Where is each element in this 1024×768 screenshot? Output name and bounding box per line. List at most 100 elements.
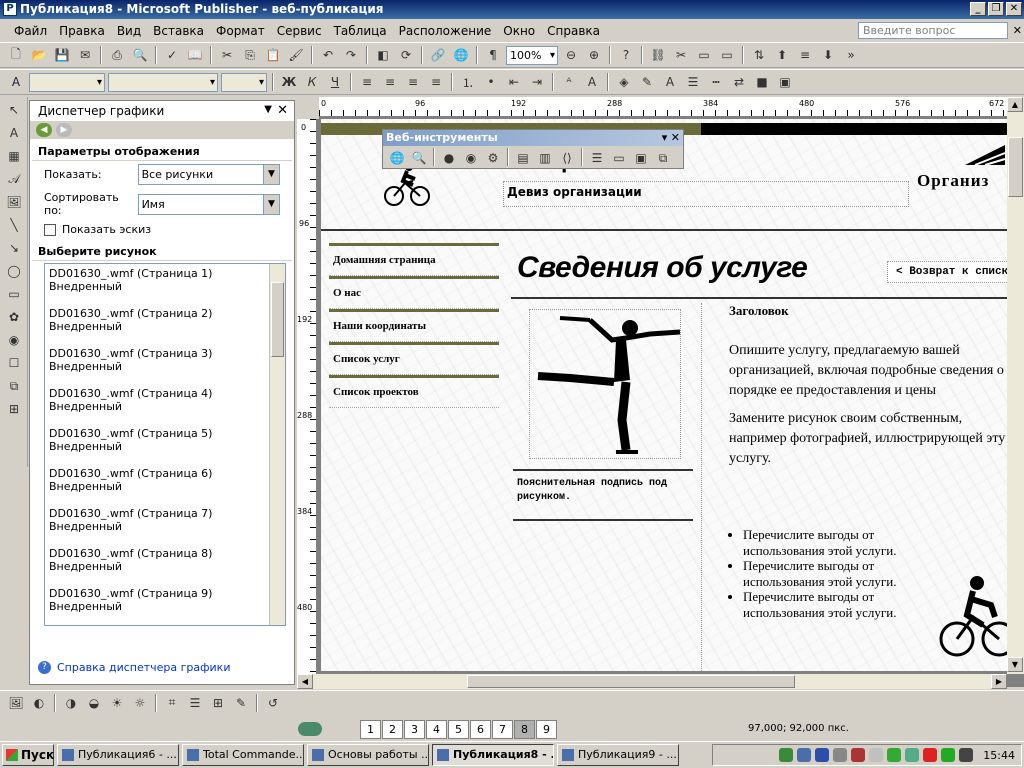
start-button[interactable]: Пуск [2, 744, 54, 766]
bullets-icon[interactable]: • [481, 72, 501, 92]
pane-menu-icon[interactable]: ▼ [264, 104, 272, 115]
autoshapes-icon[interactable]: ✿ [4, 307, 24, 327]
brightness-icon[interactable]: ☀ [107, 693, 127, 713]
align-top-icon[interactable]: ⬆ [772, 45, 792, 65]
tray-app-icon[interactable] [797, 748, 812, 762]
research-icon[interactable]: 📖 [185, 45, 205, 65]
show-select[interactable]: Все рисунки ▼ [137, 164, 280, 185]
web-site-options-icon[interactable]: ⚙ [483, 148, 503, 168]
vertical-scrollbar[interactable]: ▲ ▼ [1007, 97, 1024, 674]
html-code-icon[interactable]: ⟨⟩ [557, 148, 577, 168]
numbering-icon[interactable]: ⒈ [458, 72, 478, 92]
page-button-9[interactable]: 9 [536, 719, 557, 739]
table-tool-icon[interactable]: ▦ [4, 146, 24, 166]
contrast-icon[interactable]: ◑ [61, 693, 81, 713]
justify-icon[interactable]: ≡ [426, 72, 446, 92]
form-control-icon[interactable]: ☐ [4, 353, 24, 373]
back-to-list-link[interactable]: < Возврат к списку [887, 261, 1007, 283]
align-center-icon[interactable]: ≡ [380, 72, 400, 92]
web-tools-toolbar[interactable]: Веб-инструменты ▾ ✕ 🌐 🔍 ● ◉ ⚙ ▤ ▥ ⟨⟩ ☰ ▭ … [382, 129, 684, 169]
page-button-7[interactable]: 7 [492, 719, 513, 739]
forward-arrow-icon[interactable]: ▶ [56, 123, 72, 137]
style-combo[interactable] [29, 72, 105, 92]
page-button-6[interactable]: 6 [470, 719, 491, 739]
page-button-2[interactable]: 2 [382, 719, 403, 739]
less-brightness-icon[interactable]: ☼ [130, 693, 150, 713]
more-contrast-icon[interactable]: ◒ [84, 693, 104, 713]
text-box-back-icon[interactable]: ▭ [717, 45, 737, 65]
menu-insert[interactable]: Вставка [147, 24, 210, 38]
align-bottom-icon[interactable]: ⬇ [818, 45, 838, 65]
align-left-icon[interactable]: ≡ [357, 72, 377, 92]
tray-app-icon[interactable] [905, 748, 920, 762]
format-picture-icon[interactable]: ✎ [231, 693, 251, 713]
hot-spot-icon[interactable]: ◉ [4, 330, 24, 350]
horizontal-ruler[interactable]: 0 96 192 288 384 480 576 672 [319, 97, 1009, 117]
text-box-icon[interactable]: ▭ [609, 148, 629, 168]
page-button-1[interactable]: 1 [360, 719, 381, 739]
navigation-bar-icon[interactable]: ☰ [587, 148, 607, 168]
web-page-options-icon[interactable]: 🌐 [387, 148, 407, 168]
rectangle-tool-icon[interactable]: ▭ [4, 284, 24, 304]
print-preview-icon[interactable]: 🔍 [130, 45, 150, 65]
shadow-style-icon[interactable]: ■ [752, 72, 772, 92]
menu-window[interactable]: Окно [497, 24, 541, 38]
list-item[interactable]: DD01630_.wmf (Страница 5) Внедренный [45, 424, 285, 464]
body-text-1[interactable]: Опишите услугу, предлагаемую вашей орган… [729, 341, 1007, 401]
org-motto[interactable]: Девиз организации [507, 185, 642, 199]
zoom-combo[interactable]: 100% [506, 45, 558, 65]
picture-icon[interactable]: 🖼 [6, 693, 26, 713]
close-icon[interactable]: ▾ ✕ [662, 130, 680, 146]
wordart-tool-icon[interactable]: 𝒜 [4, 169, 24, 189]
underline-icon[interactable]: Ч [325, 72, 345, 92]
zoom-in-icon[interactable]: ⊕ [584, 45, 604, 65]
tray-app-icon[interactable] [887, 748, 902, 762]
navigation-bar[interactable]: Домашняя страница О нас Наши координаты … [329, 243, 499, 413]
list-item[interactable]: DD01630_.wmf (Страница 4) Внедренный [45, 384, 285, 424]
help-icon[interactable]: ? [616, 45, 636, 65]
undo-icon[interactable]: ↶ [318, 45, 338, 65]
close-doc-icon[interactable]: ✕ [1013, 24, 1022, 37]
pane-close-icon[interactable]: ✕ [277, 103, 288, 118]
task-button[interactable]: Total Commande... [182, 744, 304, 766]
page-button-4[interactable]: 4 [426, 719, 447, 739]
list-item[interactable]: DD01630_.wmf (Страница 8) Внедренный [45, 544, 285, 584]
html-fragment-icon[interactable]: ⧉ [4, 376, 24, 396]
word-icon[interactable] [815, 748, 830, 762]
page-button-5[interactable]: 5 [448, 719, 469, 739]
font-size-combo[interactable] [221, 72, 267, 92]
volume-icon[interactable] [959, 748, 974, 762]
form-field-icon[interactable]: ▥ [535, 148, 555, 168]
service-title[interactable]: Сведения об услуге [517, 251, 808, 285]
picture-list[interactable]: DD01630_.wmf (Страница 1) Внедренный DD01… [44, 263, 286, 626]
tray-app-icon[interactable] [851, 748, 866, 762]
web-preview-icon[interactable]: 🌐 [451, 45, 471, 65]
form-properties-icon[interactable]: ▤ [513, 148, 533, 168]
graphics-help-link[interactable]: ? Справка диспетчера графики [38, 661, 230, 674]
benefits-list[interactable]: Перечислите выгоды от использования этой… [727, 527, 907, 620]
text-wrap-icon[interactable]: ⊞ [208, 693, 228, 713]
help-question-input[interactable]: Введите вопрос [858, 22, 1008, 39]
vertical-ruler[interactable]: 0 96 192 288 384 480 [297, 119, 317, 674]
page-button-8[interactable]: 8 [514, 719, 535, 739]
text-box-forward-icon[interactable]: ▭ [694, 45, 714, 65]
oval-tool-icon[interactable]: ◯ [4, 261, 24, 281]
task-button[interactable]: Публикация6 - ... [57, 744, 179, 766]
reset-picture-icon[interactable]: ↺ [263, 693, 283, 713]
text-direction-icon[interactable]: ⇅ [749, 45, 769, 65]
menu-file[interactable]: Файл [8, 24, 53, 38]
menu-view[interactable]: Вид [111, 24, 147, 38]
publisher-app-icon[interactable]: P [3, 2, 17, 16]
tray-app-icon[interactable] [779, 748, 794, 762]
restore-button[interactable]: ❐ [988, 2, 1004, 16]
styles-icon[interactable]: A [6, 72, 26, 92]
font-color-icon[interactable]: A [660, 72, 680, 92]
font-combo[interactable] [108, 72, 218, 92]
save-icon[interactable]: 💾 [52, 45, 72, 65]
zoom-out-icon[interactable]: ⊖ [561, 45, 581, 65]
print-icon[interactable]: ⎙ [107, 45, 127, 65]
close-button[interactable]: ✕ [1006, 2, 1022, 16]
scroll-up-icon[interactable]: ▲ [1007, 97, 1023, 112]
menu-help[interactable]: Справка [541, 24, 606, 38]
tray-app-icon[interactable] [941, 748, 956, 762]
